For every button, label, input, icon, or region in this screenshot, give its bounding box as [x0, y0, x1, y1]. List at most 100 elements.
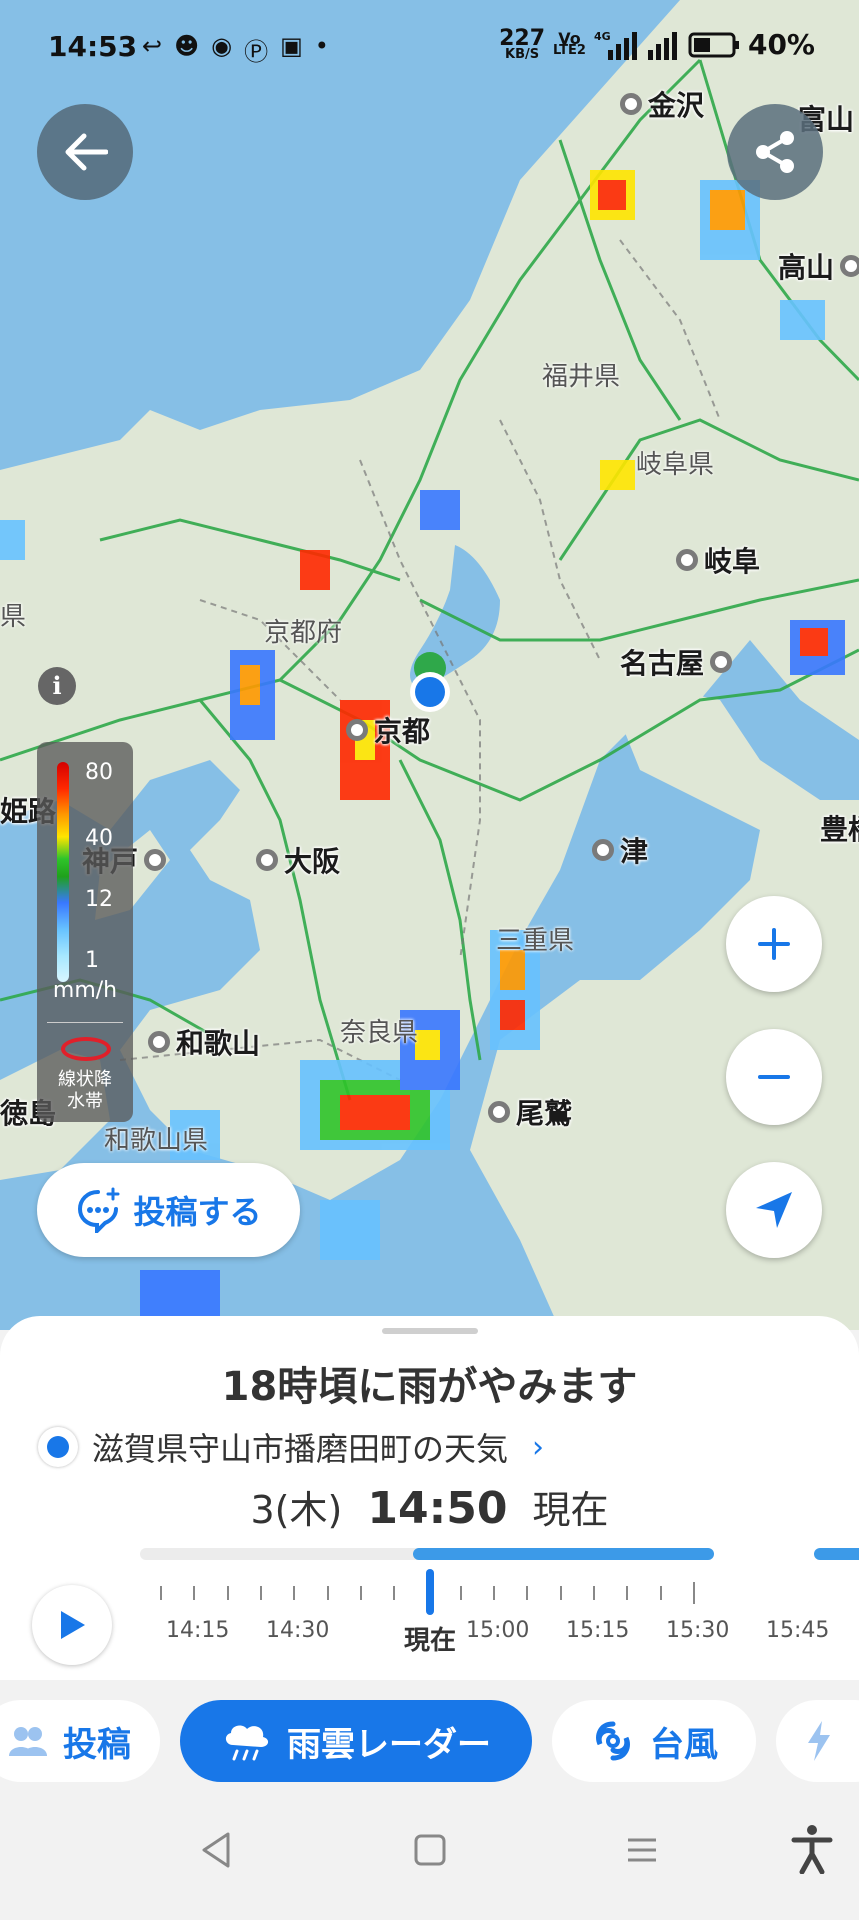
- city-owase[interactable]: 尾鷲: [488, 1092, 572, 1132]
- timeline-tick: [160, 1586, 162, 1600]
- city-marker-icon: [710, 651, 733, 673]
- arrow-left-icon: [65, 133, 108, 171]
- reply-icon: ↩: [142, 32, 163, 60]
- paypay-icon: Ⓟ: [244, 38, 269, 66]
- rain-forecast-headline: 18時頃に雨がやみます: [221, 1364, 638, 1410]
- timeline-tick: [393, 1586, 396, 1600]
- city-marker-icon: [256, 849, 278, 871]
- status-bar: 14:53 ↩ ☻ ◉ Ⓟ ▣ • 227 KB/S Vo LTE2 4G 40…: [0, 0, 859, 100]
- city-marker-icon: [840, 255, 859, 277]
- bear-app-icon: ☻: [174, 32, 200, 60]
- plus-icon: [758, 928, 790, 960]
- current-date: 3(木): [250, 1488, 343, 1532]
- timeline-tick: [259, 1586, 262, 1600]
- app-screen: 金沢 富山 高山 岐阜 名古屋 京都 姫路 神戸 大阪 津 豊橋 和歌山 尾鷲 …: [0, 0, 859, 1920]
- timeline-tick: [359, 1586, 362, 1600]
- timeline-cursor[interactable]: [426, 1569, 434, 1615]
- city-marker-icon: [676, 549, 698, 571]
- timeline-label: 15:45: [766, 1618, 830, 1643]
- chevron-right-icon: ›: [532, 1429, 545, 1465]
- post-button-label: 投稿する: [133, 1193, 262, 1231]
- city-gifu[interactable]: 岐阜: [676, 540, 760, 580]
- zoom-in-button[interactable]: [726, 896, 822, 992]
- navigation-arrow-icon: [756, 1192, 792, 1228]
- timeline-tick: [626, 1586, 629, 1600]
- info-icon[interactable]: i: [38, 667, 76, 705]
- system-nav-bar: [0, 1790, 859, 1920]
- mode-selector: 投稿 雨雲レーダー 台風: [0, 1680, 859, 1790]
- city-nagoya[interactable]: 名古屋: [620, 642, 733, 682]
- linear-band-label: 線状降水帯: [58, 1069, 112, 1112]
- timeline-tick: [293, 1586, 296, 1600]
- nav-home-icon[interactable]: [412, 1830, 448, 1870]
- rain-legend[interactable]: 80 40 12 1 mm/h 線状降水帯: [37, 742, 133, 1122]
- timeline-tick: [226, 1586, 229, 1600]
- timeline-tick: [559, 1586, 562, 1600]
- city-wakayama[interactable]: 和歌山: [148, 1022, 260, 1062]
- timeline-tick: [592, 1586, 595, 1600]
- city-takayama[interactable]: 高山: [778, 246, 859, 286]
- status-time: 14:53: [48, 30, 138, 63]
- mode-chip-lightning[interactable]: [776, 1700, 859, 1782]
- signal-icon: [647, 31, 677, 60]
- mode-chip-typhoon[interactable]: 台風: [552, 1700, 756, 1782]
- timeline-next-range: [814, 1548, 859, 1560]
- legend-level: 40: [85, 826, 113, 851]
- legend-level: 12: [85, 887, 113, 912]
- chrome-icon: ◉: [211, 32, 233, 60]
- prefecture-label: 京都府: [264, 618, 343, 648]
- typhoon-icon: [596, 1721, 630, 1761]
- prefecture-label: 三重県: [496, 926, 575, 956]
- city-marker-icon: [592, 839, 614, 861]
- legend-unit: mm/h: [52, 978, 118, 1003]
- current-location-button[interactable]: [726, 1162, 822, 1258]
- timeline-label: 15:15: [566, 1618, 630, 1643]
- signal-4g-icon: 4G: [594, 30, 637, 60]
- forecast-sheet: 18時頃に雨がやみます 滋賀県守山市播磨田町の天気 › 3(木) 14:50 現…: [0, 1316, 859, 1680]
- city-marker-icon: [346, 719, 368, 741]
- lightning-icon: [808, 1721, 830, 1761]
- timeline-label: 15:30: [666, 1618, 730, 1643]
- accessibility-icon[interactable]: [790, 1824, 834, 1874]
- city-osaka[interactable]: 大阪: [256, 840, 340, 880]
- timeline-now-label: 現在: [404, 1626, 457, 1656]
- post-button[interactable]: 投稿する: [37, 1163, 300, 1257]
- back-button[interactable]: [37, 104, 133, 200]
- people-icon: [9, 1727, 47, 1756]
- svg-text:4G: 4G: [594, 30, 611, 43]
- location-pin-icon[interactable]: [400, 650, 460, 720]
- nav-back-icon[interactable]: [198, 1830, 234, 1870]
- prefecture-label: 岐阜県: [636, 450, 715, 480]
- current-now-label: 現在: [532, 1488, 609, 1532]
- play-button[interactable]: [32, 1585, 112, 1665]
- network-speed: 227 KB/S: [499, 25, 546, 62]
- legend-level: 80: [85, 760, 113, 785]
- location-name: 滋賀県守山市播磨田町の天気: [92, 1430, 509, 1468]
- mode-chip-rain-radar[interactable]: 雨雲レーダー: [180, 1700, 532, 1782]
- more-dot-icon: •: [314, 32, 329, 60]
- city-toyohashi[interactable]: 豊橋: [820, 808, 859, 848]
- zoom-out-button[interactable]: [726, 1029, 822, 1125]
- battery-percent: 40%: [747, 28, 815, 61]
- rain-radar-map[interactable]: 金沢 富山 高山 岐阜 名古屋 京都 姫路 神戸 大阪 津 豊橋 和歌山 尾鷲 …: [0, 0, 859, 1330]
- timeline-forecast-range: [413, 1548, 714, 1560]
- current-datetime: 3(木) 14:50 現在: [0, 1479, 859, 1534]
- notification-icons: ↩ ☻ ◉ Ⓟ ▣ •: [142, 32, 329, 67]
- legend-level: 1: [85, 948, 99, 973]
- timeline-label: 15:00: [466, 1618, 530, 1643]
- sheet-drag-handle[interactable]: [382, 1328, 478, 1334]
- mode-chip-post[interactable]: 投稿: [0, 1700, 160, 1782]
- share-button[interactable]: [727, 104, 823, 200]
- timeline-label: 14:30: [266, 1618, 330, 1643]
- legend-divider: [47, 1022, 123, 1023]
- play-icon: [61, 1611, 85, 1639]
- nav-menu-icon[interactable]: [624, 1830, 660, 1870]
- timeline-tick: [326, 1586, 329, 1600]
- chat-post-icon: [78, 1187, 120, 1233]
- minus-icon: [758, 1075, 790, 1079]
- city-tsu[interactable]: 津: [592, 830, 648, 870]
- city-marker-icon: [144, 849, 167, 871]
- app-notification-icon: ▣: [280, 32, 303, 60]
- timeline-tick: [493, 1586, 495, 1600]
- location-weather-link[interactable]: 滋賀県守山市播磨田町の天気 ›: [38, 1424, 544, 1470]
